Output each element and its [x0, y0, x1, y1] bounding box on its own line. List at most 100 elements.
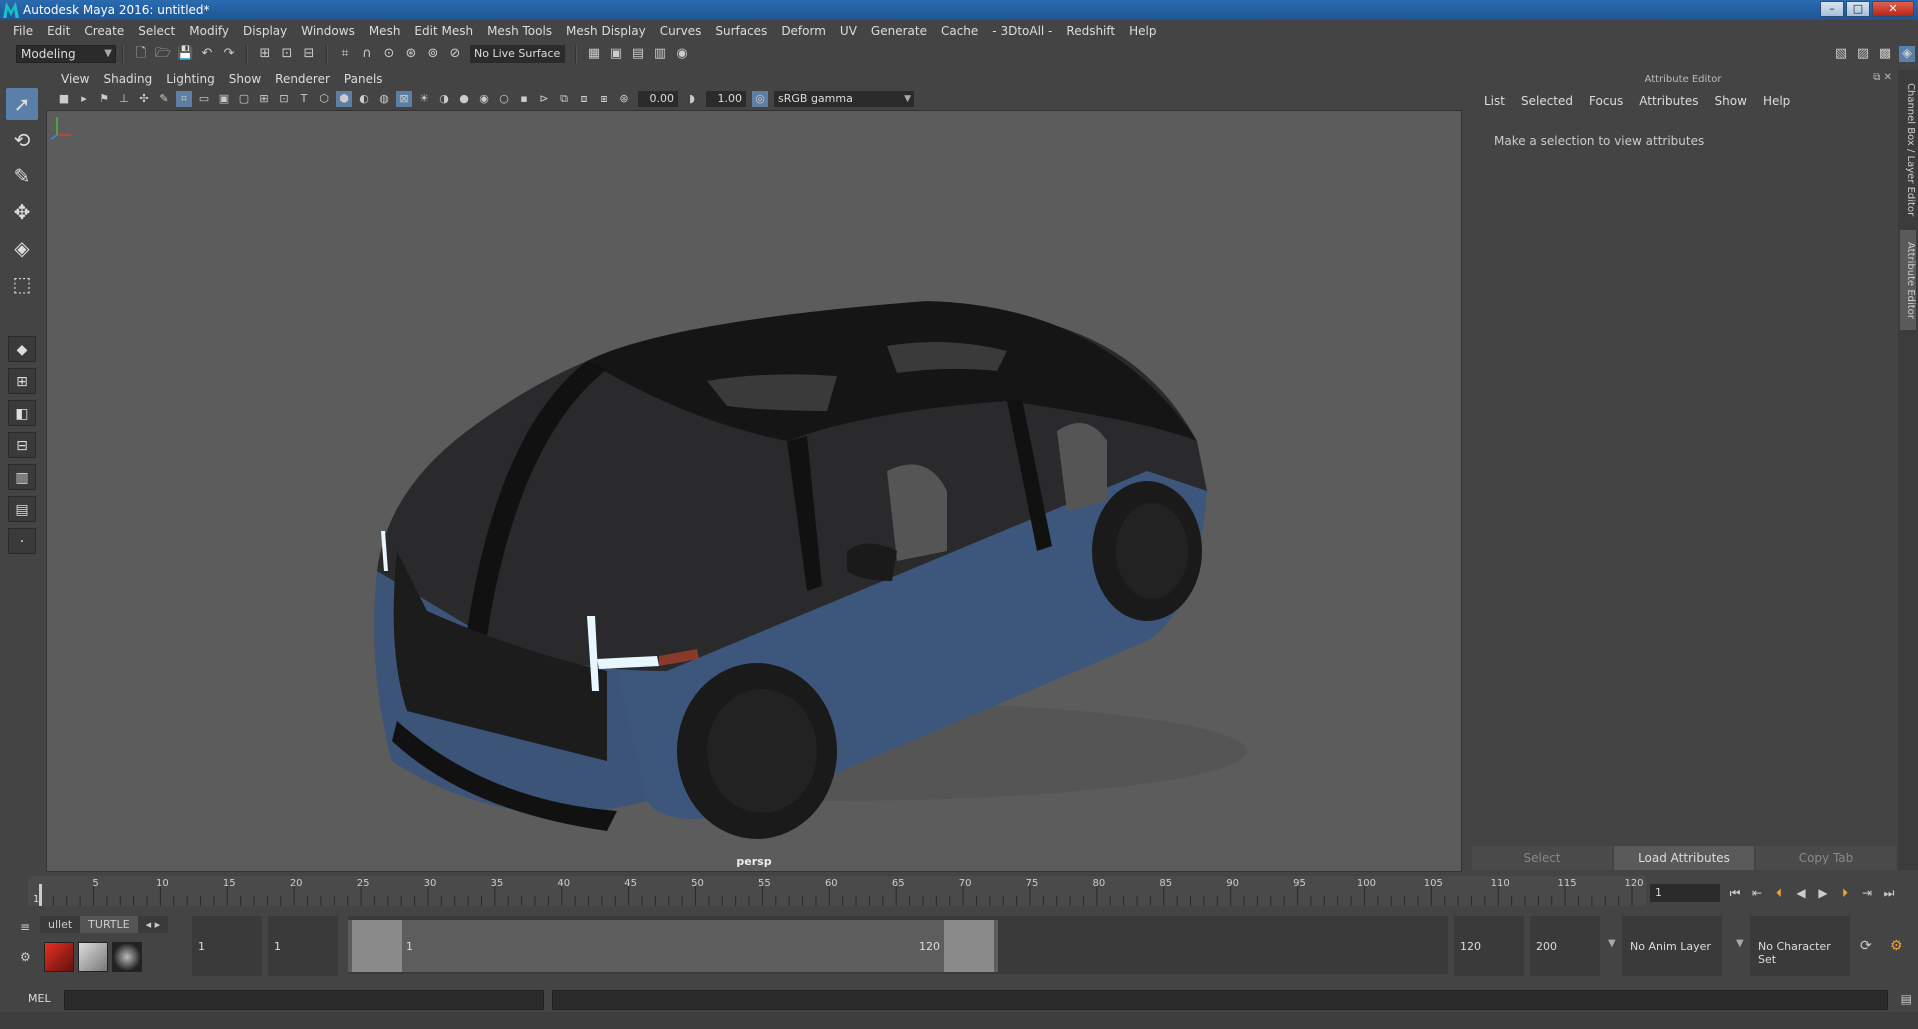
- menu-deform[interactable]: Deform: [774, 24, 833, 38]
- menu-file[interactable]: File: [6, 24, 40, 38]
- step-forward-key-icon[interactable]: ⇥: [1858, 884, 1876, 902]
- play-backwards-icon[interactable]: ◀: [1792, 884, 1810, 902]
- more-layouts-icon[interactable]: ·: [8, 528, 36, 554]
- menu-edit-mesh[interactable]: Edit Mesh: [407, 24, 480, 38]
- redo-icon[interactable]: ↷: [221, 46, 237, 62]
- safe-title-icon[interactable]: T: [296, 91, 312, 107]
- use-default-material-icon[interactable]: ◐: [356, 91, 372, 107]
- render-frame-icon[interactable]: ▣: [608, 46, 624, 62]
- menu-edit[interactable]: Edit: [40, 24, 77, 38]
- step-forward-frame-icon[interactable]: ⏵: [1836, 884, 1854, 902]
- maximize-button[interactable]: □: [1846, 1, 1870, 17]
- menu-3dtoall[interactable]: - 3DtoAll -: [985, 24, 1059, 38]
- menu-curves[interactable]: Curves: [653, 24, 709, 38]
- custom-layout-icon[interactable]: ▤: [8, 496, 36, 522]
- command-input[interactable]: [64, 990, 544, 1010]
- menu-generate[interactable]: Generate: [864, 24, 934, 38]
- rotate-tool-icon[interactable]: ◈: [6, 232, 38, 264]
- color-management-icon[interactable]: ◎: [752, 91, 768, 107]
- menu-windows[interactable]: Windows: [294, 24, 362, 38]
- tab-attribute-editor[interactable]: Attribute Editor: [1900, 230, 1916, 330]
- menu-mesh[interactable]: Mesh: [362, 24, 408, 38]
- screen-space-ao-icon[interactable]: ●: [456, 91, 472, 107]
- snap-curve-icon[interactable]: ∩: [359, 46, 375, 62]
- copy-tab-button[interactable]: Copy Tab: [1756, 846, 1896, 870]
- snap-view-icon[interactable]: ⊛: [403, 46, 419, 62]
- tab-channel-box[interactable]: Channel Box / Layer Editor: [1900, 80, 1916, 220]
- step-back-frame-icon[interactable]: ⏴: [1770, 884, 1788, 902]
- shelf-menu-icon[interactable]: ≡: [20, 920, 30, 934]
- range-slider-bar[interactable]: 1 120: [348, 920, 998, 972]
- live-surface-field[interactable]: No Live Surface: [470, 45, 565, 63]
- close-button[interactable]: ✕: [1872, 1, 1914, 17]
- panel-float-close-icons[interactable]: ⧉ ✕: [1873, 72, 1892, 83]
- time-slider[interactable]: 5 10 15 20 25 30 35 40 45 50 55 60 65 70 75 80 85 90 95 100…: [28, 876, 1646, 906]
- workspace-icon[interactable]: ▧: [1833, 46, 1849, 62]
- select-button[interactable]: Select: [1472, 846, 1612, 870]
- menu-select[interactable]: Select: [131, 24, 182, 38]
- step-back-key-icon[interactable]: ⇤: [1748, 884, 1766, 902]
- hypershade-layout-icon[interactable]: ▥: [8, 464, 36, 490]
- turtle-sphere-icon[interactable]: [112, 942, 142, 972]
- four-view-layout-icon[interactable]: ⊞: [8, 368, 36, 394]
- minimize-button[interactable]: –: [1820, 1, 1844, 17]
- snap-surface-icon[interactable]: ⊚: [425, 46, 441, 62]
- persp-outliner-layout-icon[interactable]: ◧: [8, 400, 36, 426]
- film-gate-icon[interactable]: ▭: [196, 91, 212, 107]
- select-hierarchy-icon[interactable]: ⊞: [257, 46, 273, 62]
- resolution-gate-icon[interactable]: ▣: [216, 91, 232, 107]
- camera-bookmark-icon[interactable]: ▸: [76, 91, 92, 107]
- menu-uv[interactable]: UV: [833, 24, 864, 38]
- scale-tool-icon[interactable]: ⬚: [6, 268, 38, 300]
- menu-create[interactable]: Create: [77, 24, 131, 38]
- select-tool-icon[interactable]: ➚: [6, 88, 38, 120]
- camera-attributes-icon[interactable]: ■: [56, 91, 72, 107]
- persp-graph-layout-icon[interactable]: ⊟: [8, 432, 36, 458]
- wireframe-on-shaded-icon[interactable]: ◍: [376, 91, 392, 107]
- shadows-icon[interactable]: ◑: [436, 91, 452, 107]
- load-attributes-button[interactable]: Load Attributes: [1614, 846, 1754, 870]
- bookmark-icon[interactable]: ⚑: [96, 91, 112, 107]
- view-transform-dropdown[interactable]: sRGB gamma ▼: [774, 91, 914, 107]
- toggle-tool-settings-icon[interactable]: ▩: [1877, 46, 1893, 62]
- ae-menu-show[interactable]: Show: [1707, 94, 1755, 108]
- image-plane-icon[interactable]: ⊥: [116, 91, 132, 107]
- character-set-dropdown[interactable]: ▼ No Character Set: [1736, 916, 1850, 976]
- two-d-pan-icon[interactable]: ✣: [136, 91, 152, 107]
- menu-set-dropdown[interactable]: Modeling ▼: [16, 45, 116, 63]
- depth-of-field-icon[interactable]: ▪: [516, 91, 532, 107]
- start-time-field[interactable]: 1: [192, 916, 262, 976]
- end-time-field[interactable]: 200: [1530, 916, 1600, 976]
- render-settings-icon[interactable]: ▦: [586, 46, 602, 62]
- move-tool-icon[interactable]: ✥: [6, 196, 38, 228]
- panel-menu-view[interactable]: View: [54, 72, 96, 86]
- safe-action-icon[interactable]: ⊡: [276, 91, 292, 107]
- single-perspective-layout-icon[interactable]: ◆: [8, 336, 36, 362]
- snap-grid-icon[interactable]: ⌗: [337, 46, 353, 62]
- ae-menu-attributes[interactable]: Attributes: [1631, 94, 1706, 108]
- new-scene-icon[interactable]: 🗋: [133, 46, 149, 62]
- anim-layer-dropdown[interactable]: ▼ No Anim Layer: [1608, 916, 1722, 976]
- lasso-tool-icon[interactable]: ⟲: [6, 124, 38, 156]
- motion-blur-icon[interactable]: ◉: [476, 91, 492, 107]
- ae-menu-help[interactable]: Help: [1755, 94, 1798, 108]
- exposure-icon[interactable]: ⊛: [616, 91, 632, 107]
- hypershade-icon[interactable]: ◉: [674, 46, 690, 62]
- save-scene-icon[interactable]: 💾: [177, 46, 193, 62]
- range-slider[interactable]: 1 120: [348, 916, 1448, 974]
- current-time-indicator[interactable]: [39, 884, 42, 906]
- go-to-start-icon[interactable]: ⏮: [1726, 884, 1744, 902]
- multisample-aa-icon[interactable]: ○: [496, 91, 512, 107]
- exposure-field[interactable]: 0.00: [638, 91, 678, 107]
- script-editor-icon[interactable]: ▤: [1901, 992, 1912, 1006]
- menu-mesh-display[interactable]: Mesh Display: [559, 24, 653, 38]
- auto-key-icon[interactable]: ⟳: [1860, 938, 1872, 954]
- textured-icon[interactable]: ⊠: [396, 91, 412, 107]
- panel-menu-show[interactable]: Show: [222, 72, 268, 86]
- gamma-field[interactable]: 1.00: [706, 91, 746, 107]
- script-language-toggle[interactable]: MEL: [28, 992, 51, 1005]
- menu-mesh-tools[interactable]: Mesh Tools: [480, 24, 559, 38]
- field-chart-icon[interactable]: ⊞: [256, 91, 272, 107]
- turtle-baking-icon[interactable]: [78, 942, 108, 972]
- shelf-tab-scroll-icon[interactable]: ◂ ▸: [137, 916, 169, 933]
